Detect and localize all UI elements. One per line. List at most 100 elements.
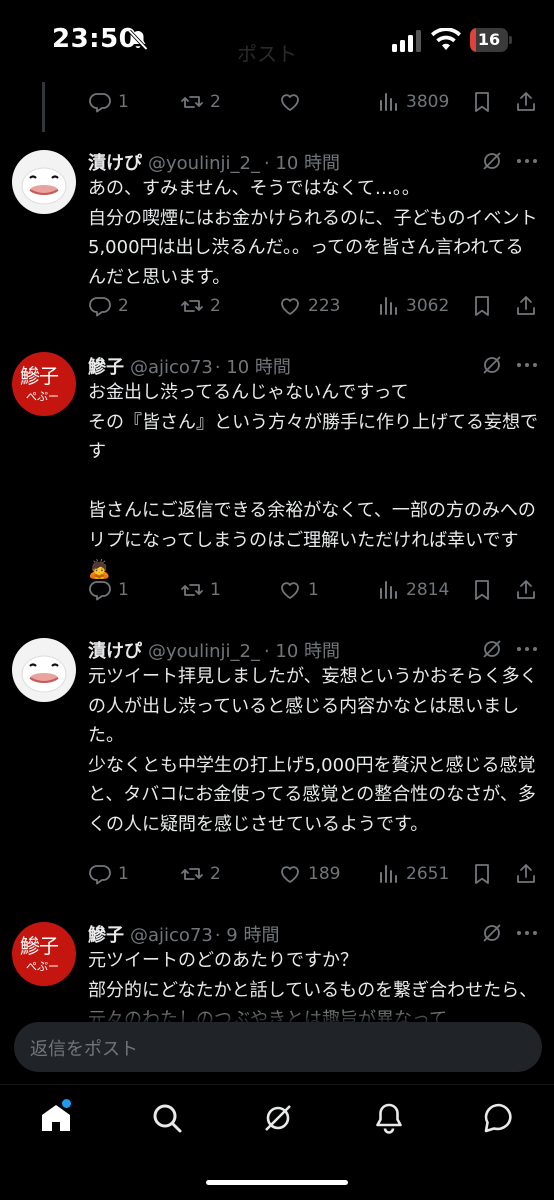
- display-name[interactable]: 鰺子: [88, 353, 124, 379]
- avatar[interactable]: [12, 150, 76, 214]
- cellular-signal-icon: [392, 30, 421, 52]
- like-button[interactable]: 1: [278, 576, 319, 604]
- reply-button[interactable]: 1: [88, 576, 129, 604]
- repost-button[interactable]: 2: [180, 860, 221, 888]
- tweet-header: 漬けぴ @youlinji_2_ · 10 時間: [88, 637, 340, 663]
- tweet-header: 鰺子 @ajico73 · 9 時間: [88, 921, 279, 947]
- grok-icon[interactable]: [480, 637, 504, 661]
- bookmark-button[interactable]: [470, 860, 494, 888]
- bookmark-icon: [475, 92, 489, 112]
- heart-icon: [281, 866, 299, 883]
- tab-notifications[interactable]: [372, 1101, 406, 1135]
- bookmark-icon: [475, 580, 489, 600]
- views-icon: [380, 297, 397, 315]
- more-options-icon[interactable]: [514, 353, 540, 377]
- tweet-header: 漬けぴ @youlinji_2_ · 10 時間: [88, 149, 340, 175]
- thread-connector-line: [42, 82, 45, 132]
- more-options-icon[interactable]: [514, 921, 540, 945]
- display-name[interactable]: 漬けぴ: [88, 149, 142, 175]
- grok-icon[interactable]: [480, 353, 504, 377]
- like-button[interactable]: 223: [278, 292, 340, 320]
- more-options-icon[interactable]: [514, 637, 540, 661]
- share-button[interactable]: [514, 292, 538, 320]
- like-button[interactable]: 189: [278, 860, 340, 888]
- grok-icon: [265, 1105, 291, 1131]
- heart-icon: [281, 94, 299, 111]
- timestamp: · 10 時間: [263, 153, 341, 174]
- share-button[interactable]: [514, 576, 538, 604]
- rice-ball-face-icon: [21, 167, 67, 205]
- bell-icon: [376, 1103, 402, 1134]
- share-icon: [517, 92, 535, 111]
- tweet-menu: [480, 636, 540, 662]
- tab-home[interactable]: [39, 1099, 73, 1135]
- share-icon: [517, 580, 535, 599]
- rice-ball-face-icon: [21, 655, 67, 693]
- reply-icon: [89, 93, 111, 113]
- home-indicator[interactable]: [206, 1180, 348, 1185]
- reply-button[interactable]: 2: [88, 292, 129, 320]
- user-handle[interactable]: @ajico73: [130, 925, 213, 946]
- tweet-menu: [480, 352, 540, 378]
- bookmark-button[interactable]: [470, 88, 494, 116]
- timestamp: · 9 時間: [214, 925, 280, 946]
- views-button[interactable]: 2651: [376, 860, 449, 888]
- share-icon: [517, 864, 535, 883]
- tweet-text: あの、すみません、そうではなくて…。。 自分の喫煙にはお金かけられるのに、子ども…: [88, 178, 538, 288]
- repost-button[interactable]: 1: [180, 576, 221, 604]
- wifi-icon: [431, 28, 461, 50]
- reply-input[interactable]: 返信をポスト: [14, 1022, 542, 1072]
- avatar[interactable]: 鰺子 ぺぷー: [12, 922, 76, 986]
- views-button[interactable]: 3062: [376, 292, 449, 320]
- repost-button[interactable]: 2: [180, 88, 221, 116]
- tweet-text: 元ツイート拝見しましたが、妄想というかおそらく多くの人が出し渋っていると感じる内…: [88, 666, 538, 835]
- views-icon: [380, 865, 397, 883]
- more-options-icon[interactable]: [514, 149, 540, 173]
- tweet-text: お金出し渋ってるんじゃないんですって その『皆さん』という方々が勝手に作り上げて…: [88, 382, 538, 580]
- reply-button[interactable]: 1: [88, 860, 129, 888]
- repost-icon: [181, 868, 203, 880]
- reply-button[interactable]: 1: [88, 88, 129, 116]
- heart-icon: [281, 582, 299, 599]
- grok-icon[interactable]: [480, 149, 504, 173]
- timestamp: · 10 時間: [263, 641, 341, 662]
- avatar[interactable]: [12, 638, 76, 702]
- views-button[interactable]: 2814: [376, 576, 449, 604]
- bookmark-icon: [475, 864, 489, 884]
- views-button[interactable]: 3809: [376, 88, 449, 116]
- heart-icon: [281, 298, 299, 315]
- user-handle[interactable]: @ajico73: [130, 357, 213, 378]
- bookmark-icon: [475, 296, 489, 316]
- chat-bubble-icon: [484, 1103, 512, 1133]
- views-icon: [380, 581, 397, 599]
- avatar[interactable]: 鰺子 ぺぷー: [12, 352, 76, 416]
- reply-icon: [89, 865, 111, 885]
- tweet-actions: 1 2 189 2651: [88, 860, 538, 888]
- like-button[interactable]: [278, 88, 308, 116]
- previous-tweet-actions: 1 2 3809: [88, 88, 538, 116]
- tweet-menu: [480, 148, 540, 174]
- user-handle[interactable]: @youlinji_2_: [148, 153, 260, 174]
- tab-grok[interactable]: [261, 1101, 295, 1135]
- tweet-header: 鰺子 @ajico73 · 10 時間: [88, 353, 291, 379]
- repost-icon: [181, 96, 203, 108]
- tweet-actions: 2 2 223 3062: [88, 292, 538, 320]
- bell-off-icon: [128, 29, 148, 51]
- grok-icon[interactable]: [480, 921, 504, 945]
- share-button[interactable]: [514, 860, 538, 888]
- bookmark-button[interactable]: [470, 576, 494, 604]
- tab-search[interactable]: [150, 1101, 184, 1135]
- display-name[interactable]: 漬けぴ: [88, 637, 142, 663]
- tweet-menu: [480, 920, 540, 946]
- status-time: 23:50: [52, 24, 138, 54]
- bookmark-button[interactable]: [470, 292, 494, 320]
- repost-icon: [181, 584, 203, 596]
- timestamp: · 10 時間: [214, 357, 291, 378]
- notification-dot: [62, 1099, 71, 1108]
- display-name[interactable]: 鰺子: [88, 921, 124, 947]
- user-handle[interactable]: @youlinji_2_: [148, 641, 260, 662]
- repost-button[interactable]: 2: [180, 292, 221, 320]
- tab-messages[interactable]: [482, 1101, 516, 1135]
- views-icon: [380, 93, 397, 111]
- share-button[interactable]: [514, 88, 538, 116]
